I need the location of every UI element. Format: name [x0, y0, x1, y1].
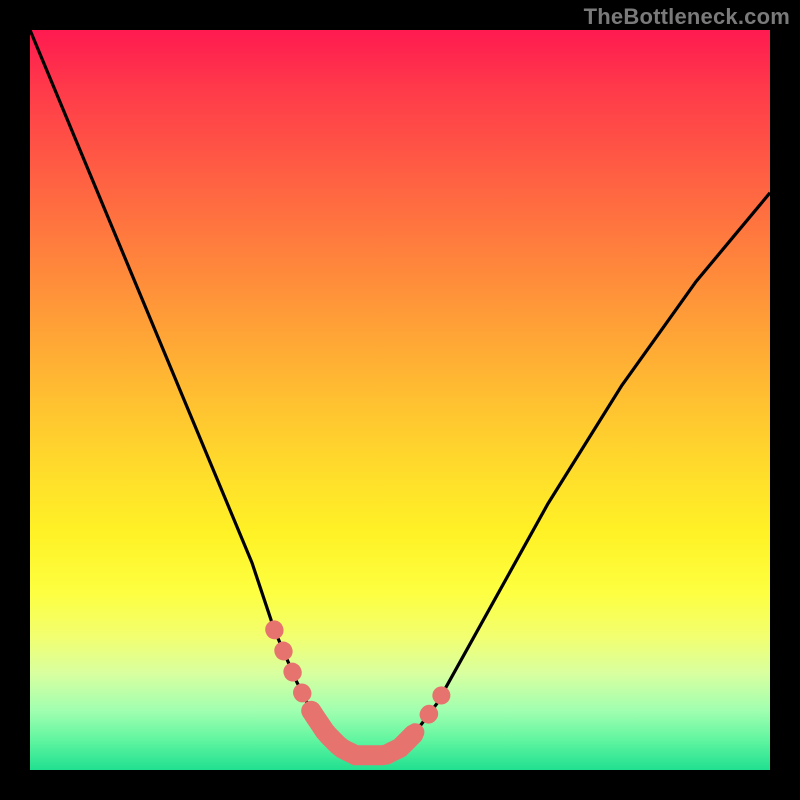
chart-frame: TheBottleneck.com [0, 0, 800, 800]
plot-area [30, 30, 770, 770]
bottleneck-curve-path [30, 30, 770, 755]
highlight-right [415, 695, 442, 733]
watermark-label: TheBottleneck.com [584, 4, 790, 30]
highlight-floor [311, 711, 413, 755]
bottleneck-curve-svg [30, 30, 770, 770]
